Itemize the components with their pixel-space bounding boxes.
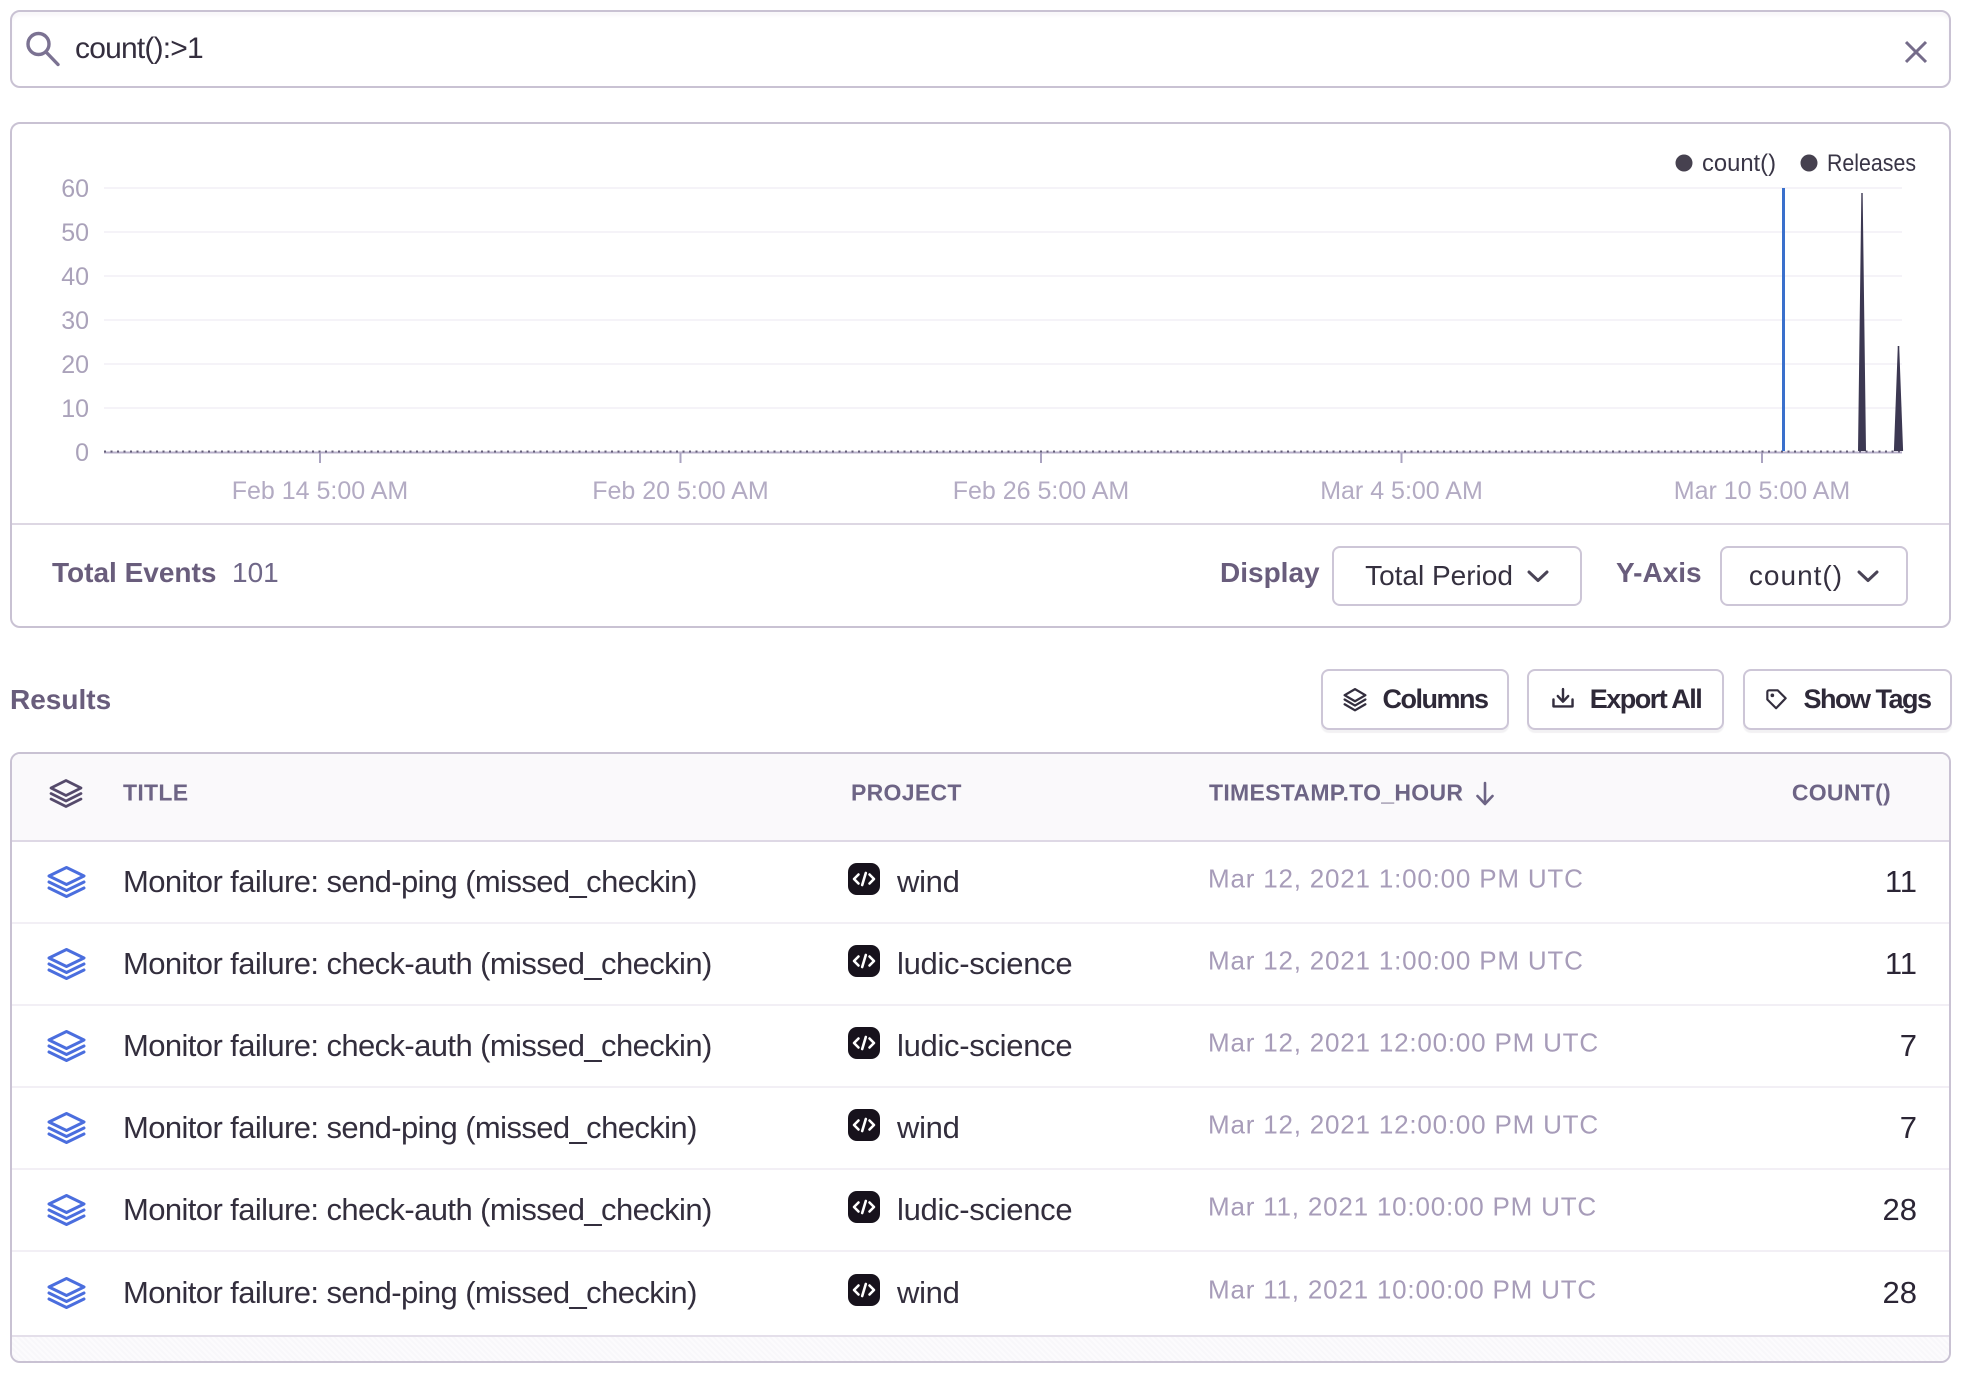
svg-text:0: 0: [75, 439, 89, 467]
svg-text:20: 20: [61, 351, 89, 379]
svg-text:Feb 20 5:00 AM: Feb 20 5:00 AM: [592, 477, 769, 505]
svg-text:40: 40: [61, 263, 89, 291]
svg-text:50: 50: [61, 219, 89, 247]
svg-text:Feb 26 5:00 AM: Feb 26 5:00 AM: [953, 477, 1130, 505]
svg-text:Feb 14 5:00 AM: Feb 14 5:00 AM: [232, 477, 409, 505]
svg-text:Mar 10 5:00 AM: Mar 10 5:00 AM: [1674, 477, 1850, 505]
svg-text:Releases: Releases: [1827, 150, 1916, 177]
svg-text:10: 10: [61, 395, 89, 423]
svg-text:Mar 4 5:00 AM: Mar 4 5:00 AM: [1320, 477, 1483, 505]
svg-text:30: 30: [61, 307, 89, 335]
svg-text:count(): count(): [1702, 150, 1776, 177]
svg-text:60: 60: [61, 175, 89, 203]
